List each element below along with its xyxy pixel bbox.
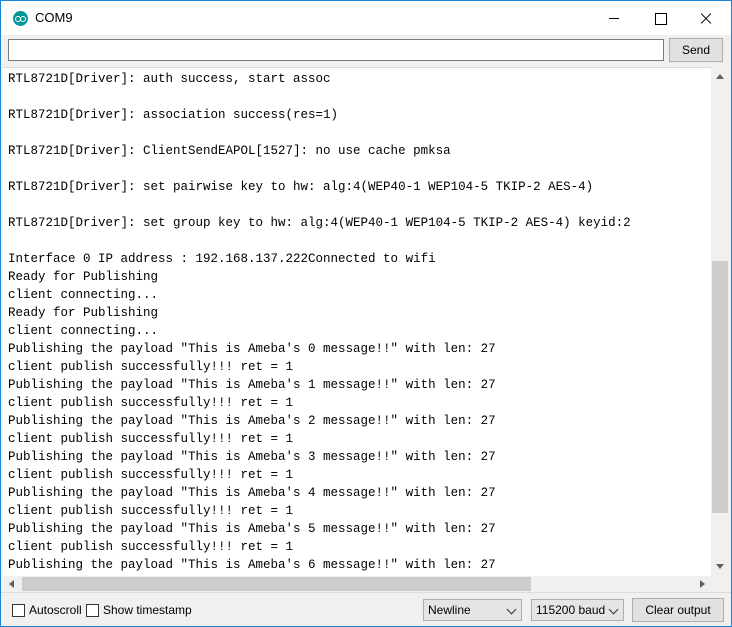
log-line: client publish successfully!!! ret = 1	[8, 396, 294, 410]
serial-monitor-window: COM9 Send RTL8721D[Driver]: auth success…	[0, 0, 732, 627]
log-line: RTL8721D[Driver]: set group key to hw: a…	[8, 216, 631, 230]
log-line: client publish successfully!!! ret = 1	[8, 468, 294, 482]
arduino-icon	[13, 11, 28, 26]
log-line: client publish successfully!!! ret = 1	[8, 540, 294, 554]
show-timestamp-label: Show timestamp	[103, 603, 192, 617]
serial-output[interactable]: RTL8721D[Driver]: auth success, start as…	[3, 67, 711, 576]
baud-rate-select[interactable]: 115200 baud	[531, 599, 624, 621]
clear-output-button[interactable]: Clear output	[632, 598, 724, 622]
log-line: Ready for Publishing	[8, 270, 159, 284]
log-line: Publishing the payload "This is Ameba's …	[8, 558, 496, 572]
scroll-up-icon[interactable]	[711, 67, 729, 85]
window-title: COM9	[35, 10, 73, 25]
log-line: Publishing the payload "This is Ameba's …	[8, 486, 496, 500]
baud-rate-value: 115200 baud	[536, 603, 606, 617]
send-row: Send	[1, 35, 731, 67]
log-line: RTL8721D[Driver]: ClientSendEAPOL[1527]:…	[8, 144, 451, 158]
title-bar[interactable]: COM9	[1, 1, 731, 35]
horizontal-scroll-thumb[interactable]	[22, 577, 531, 591]
chevron-down-icon	[506, 604, 517, 615]
show-timestamp-checkbox-box[interactable]	[86, 603, 99, 617]
log-line: Publishing the payload "This is Ameba's …	[8, 450, 496, 464]
line-ending-select[interactable]: Newline	[423, 599, 522, 621]
maximize-button[interactable]	[637, 1, 683, 35]
log-line: client publish successfully!!! ret = 1	[8, 504, 294, 518]
chevron-down-icon	[608, 604, 619, 615]
send-button[interactable]: Send	[669, 38, 723, 62]
log-line: Ready for Publishing	[8, 306, 159, 320]
log-line: Publishing the payload "This is Ameba's …	[8, 522, 496, 536]
log-line: Publishing the payload "This is Ameba's …	[8, 378, 496, 392]
minimize-button[interactable]	[591, 1, 637, 35]
send-input[interactable]	[8, 39, 664, 61]
vertical-scrollbar[interactable]	[711, 67, 729, 576]
log-line: Interface 0 IP address : 192.168.137.222…	[8, 252, 436, 266]
log-line: Publishing the payload "This is Ameba's …	[8, 342, 496, 356]
scrollbar-corner	[711, 576, 729, 592]
log-line: RTL8721D[Driver]: association success(re…	[8, 108, 339, 122]
log-line: client publish successfully!!! ret = 1	[8, 360, 294, 374]
log-line: RTL8721D[Driver]: auth success, start as…	[8, 72, 331, 86]
scroll-right-icon[interactable]	[693, 576, 711, 592]
autoscroll-checkbox-box[interactable]	[12, 603, 25, 617]
show-timestamp-checkbox[interactable]: Show timestamp	[86, 602, 192, 618]
close-button[interactable]	[683, 1, 729, 35]
log-line: client publish successfully!!! ret = 1	[8, 432, 294, 446]
autoscroll-checkbox[interactable]: Autoscroll	[12, 602, 82, 618]
log-line: Publishing the payload "This is Ameba's …	[8, 414, 496, 428]
log-line: RTL8721D[Driver]: set pairwise key to hw…	[8, 180, 594, 194]
autoscroll-label: Autoscroll	[29, 603, 82, 617]
line-ending-value: Newline	[428, 603, 471, 617]
horizontal-scrollbar[interactable]	[3, 576, 711, 592]
scroll-down-icon[interactable]	[711, 558, 729, 576]
scroll-left-icon[interactable]	[3, 576, 21, 592]
bottom-bar: Autoscroll Show timestamp Newline 115200…	[1, 592, 731, 626]
vertical-scroll-thumb[interactable]	[712, 261, 728, 513]
log-line: client connecting...	[8, 324, 159, 338]
log-line: client connecting...	[8, 288, 159, 302]
